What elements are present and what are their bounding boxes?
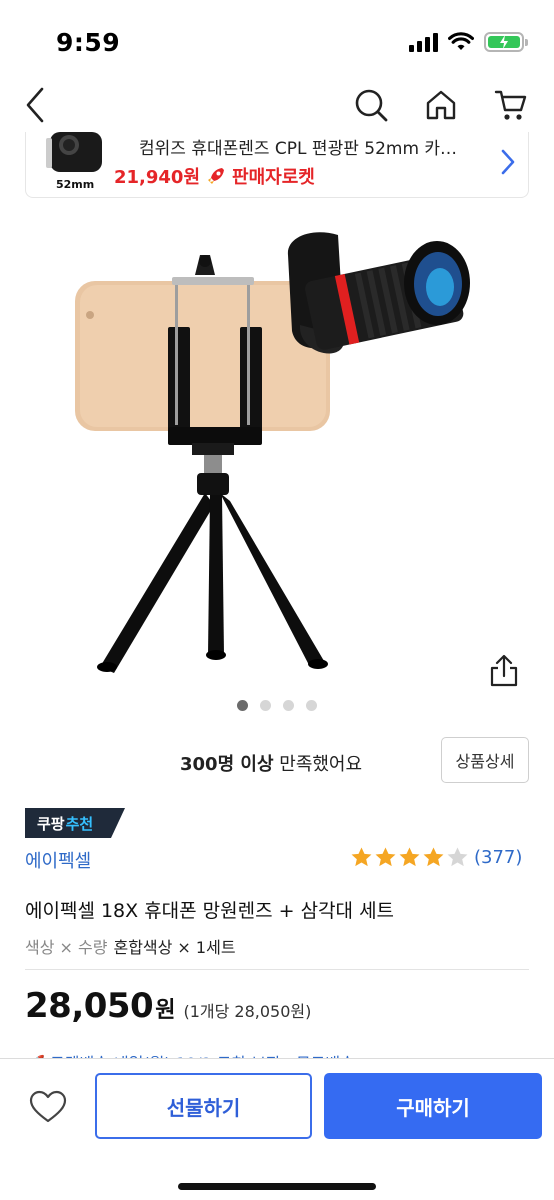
related-product-banner[interactable]: 52mm 컴위즈 휴대폰렌즈 CPL 편광판 52mm 카… 21,940원 판…: [25, 132, 529, 198]
star-filled-icon: [399, 847, 420, 867]
star-filled-icon: [423, 847, 444, 867]
status-time: 9:59: [56, 28, 121, 57]
price-amount: 28,050: [25, 986, 154, 1026]
cellular-signal-icon: [409, 32, 438, 52]
battery-icon: [484, 32, 528, 52]
pagination-dot[interactable]: [237, 700, 248, 711]
wifi-icon: [448, 32, 474, 50]
share-icon: [490, 654, 518, 687]
seller-rocket-badge: 판매자로켓: [232, 167, 315, 188]
satisfaction-text: 300명 이상 만족했어요: [180, 750, 362, 776]
divider: [25, 969, 529, 970]
cart-button[interactable]: [488, 82, 534, 128]
star-filled-icon: [375, 847, 396, 867]
search-icon: [355, 89, 388, 122]
buy-button[interactable]: 구매하기: [324, 1073, 542, 1139]
thumbnail-label: 52mm: [56, 178, 95, 191]
home-button[interactable]: [418, 82, 464, 128]
back-icon: [26, 87, 44, 123]
pagination-dot[interactable]: [260, 700, 271, 711]
rocket-icon: [208, 168, 225, 184]
product-image[interactable]: [0, 215, 554, 695]
star-empty-icon: [447, 847, 468, 867]
bottom-action-bar: 선물하기 구매하기: [0, 1058, 554, 1200]
star-rating: [350, 846, 469, 869]
recommend-badge-text: 추천: [65, 814, 94, 833]
status-icons: [409, 32, 528, 52]
back-button[interactable]: [12, 82, 58, 128]
star-filled-icon: [351, 847, 372, 867]
unit-price: (1개당 28,050원): [183, 1002, 312, 1021]
recommend-badge-brand: 쿠팡: [37, 814, 65, 833]
brand-link[interactable]: 에이펙셀: [25, 847, 91, 873]
home-icon: [426, 90, 456, 120]
pagination-dot[interactable]: [306, 700, 317, 711]
related-product-thumbnail: 52mm: [40, 132, 120, 197]
rating[interactable]: (377): [350, 846, 522, 869]
heart-icon: [29, 1090, 67, 1123]
related-product-price-row: 21,940원 판매자로켓: [114, 163, 315, 189]
cart-icon: [494, 90, 527, 120]
search-button[interactable]: [348, 82, 394, 128]
related-product-price: 21,940원: [114, 167, 201, 188]
price-block: 28,050 원 (1개당 28,050원): [25, 986, 311, 1026]
related-product-title: 컴위즈 휴대폰렌즈 CPL 편광판 52mm 카…: [139, 139, 458, 159]
gift-button[interactable]: 선물하기: [95, 1073, 312, 1139]
option-summary[interactable]: 색상 × 수량 혼합색상 × 1세트: [25, 934, 236, 958]
satisfaction-label: 만족했어요: [273, 754, 363, 775]
review-count: (377): [474, 847, 523, 868]
coupang-recommend-badge: 쿠팡 추천: [25, 808, 125, 838]
product-detail-button[interactable]: 상품상세: [441, 737, 529, 783]
image-pagination: [0, 700, 554, 711]
option-label: 색상 × 수량: [25, 938, 108, 957]
satisfaction-count: 300명 이상: [180, 754, 274, 775]
share-button[interactable]: [488, 654, 522, 688]
pagination-dot[interactable]: [283, 700, 294, 711]
price-currency: 원: [155, 998, 176, 1023]
top-nav: [0, 82, 554, 132]
chevron-right-icon: [501, 149, 515, 175]
status-bar: 9:59: [0, 0, 554, 80]
wishlist-button[interactable]: [26, 1085, 70, 1129]
home-indicator: [178, 1183, 376, 1190]
option-value: 혼합색상 × 1세트: [113, 938, 236, 957]
product-title: 에이펙셀 18X 휴대폰 망원렌즈 + 삼각대 세트: [25, 900, 395, 922]
